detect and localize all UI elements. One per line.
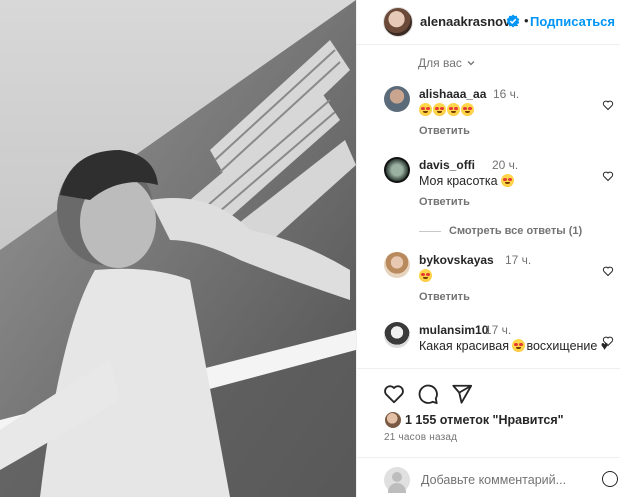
- heart-eyes-emoji: [419, 269, 432, 282]
- reply-button[interactable]: Ответить: [419, 196, 470, 208]
- comment-avatar[interactable]: [384, 157, 410, 183]
- comment-time: 20 ч.: [492, 158, 519, 172]
- like-comment-heart-icon[interactable]: [602, 335, 614, 347]
- comment-text: [419, 269, 433, 283]
- reply-button[interactable]: Ответить: [419, 291, 470, 303]
- view-replies-link[interactable]: Смотреть все ответы (1): [419, 225, 582, 237]
- comment-text: [419, 103, 475, 117]
- current-user-avatar: [384, 467, 410, 493]
- emoji-icon[interactable]: [602, 471, 618, 487]
- post-photo[interactable]: [0, 0, 356, 497]
- comment-text: Моя красотка: [419, 174, 515, 188]
- comment-time: 17 ч.: [485, 323, 512, 337]
- reply-button[interactable]: Ответить: [419, 125, 470, 137]
- comment-text-before: Какая красивая: [419, 339, 509, 353]
- photo-illustration: [0, 0, 356, 497]
- verified-icon: [506, 14, 520, 28]
- comment-icon[interactable]: [417, 383, 439, 405]
- comment-sort-dropdown[interactable]: Для вас: [418, 56, 476, 70]
- heart-eyes-emoji: [512, 339, 526, 352]
- share-icon[interactable]: [451, 383, 473, 405]
- follow-button[interactable]: Подписаться: [530, 14, 615, 29]
- like-comment-heart-icon[interactable]: [602, 99, 614, 111]
- heart-eyes-emoji: [419, 103, 432, 116]
- add-comment-input[interactable]: [419, 468, 603, 492]
- comment-username[interactable]: davis_offi: [419, 158, 475, 172]
- comment-username[interactable]: bykovskayas: [419, 253, 494, 267]
- add-comment-bar: [357, 457, 620, 498]
- comment-username[interactable]: mulansim10: [419, 323, 488, 337]
- header-separator: •: [524, 13, 529, 28]
- heart-eyes-emoji: [501, 174, 515, 187]
- view-replies-label: Смотреть все ответы (1): [449, 225, 583, 237]
- heart-eyes-emoji: [461, 103, 474, 116]
- author-avatar[interactable]: [383, 7, 413, 37]
- comment-text: Какая красивая восхищение ♥: [419, 339, 608, 353]
- comment-text-after: восхищение: [526, 339, 598, 353]
- heart-eyes-emoji: [447, 103, 460, 116]
- like-comment-heart-icon[interactable]: [602, 170, 614, 182]
- post-actions: 1 155 отметок "Нравится" 21 часов назад: [357, 368, 620, 497]
- comment-username[interactable]: alishaaa_aa: [419, 87, 486, 101]
- likes-count[interactable]: 1 155 отметок "Нравится": [405, 413, 564, 427]
- comment-avatar[interactable]: [384, 86, 410, 112]
- heart-eyes-emoji: [433, 103, 446, 116]
- chevron-down-icon: [467, 61, 475, 66]
- liker-avatar: [384, 411, 402, 429]
- post-header: alenaakrasnova • Подписаться: [357, 0, 620, 45]
- comment-avatar[interactable]: [384, 252, 410, 278]
- comment-time: 16 ч.: [493, 87, 520, 101]
- post-side-panel: alenaakrasnova • Подписаться Для вас ali…: [356, 0, 620, 497]
- comment-text-content: Моя красотка: [419, 174, 498, 188]
- comment-time: 17 ч.: [505, 253, 532, 267]
- post-time[interactable]: 21 часов назад: [384, 432, 457, 443]
- author-username[interactable]: alenaakrasnova: [420, 14, 518, 29]
- like-comment-heart-icon[interactable]: [602, 265, 614, 277]
- divider-line: [419, 230, 441, 232]
- comment-avatar[interactable]: [384, 322, 410, 348]
- sort-label: Для вас: [418, 56, 462, 70]
- heart-icon[interactable]: [383, 383, 405, 405]
